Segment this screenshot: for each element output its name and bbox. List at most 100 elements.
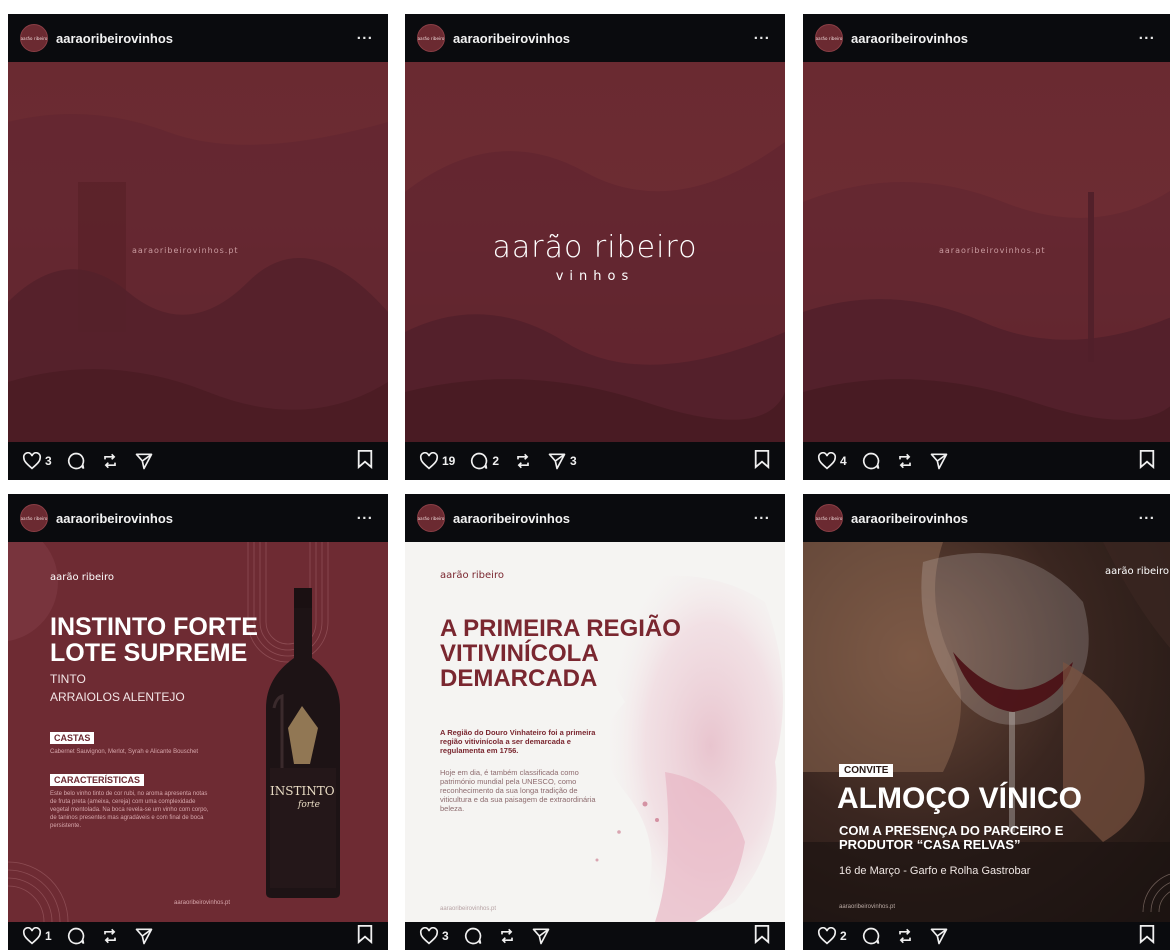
post-image[interactable]: aarão ribeiro A PRIMEIRA REGIÃO VITIVINÍ… (405, 542, 785, 922)
like-button[interactable]: 3 (22, 452, 52, 470)
post-header: aarão ribeiro aaraoribeirovinhos ··· (8, 494, 388, 542)
comment-count: 2 (492, 454, 500, 468)
post-image[interactable]: aaraoribeirovinhos.pt (8, 62, 388, 442)
post-image[interactable]: aarão ribeiro vinhos (405, 62, 785, 442)
more-options-icon[interactable]: ··· (751, 30, 773, 47)
wine-title: INSTINTO FORTE LOTE SUPREME (50, 613, 258, 667)
more-options-icon[interactable]: ··· (354, 30, 376, 47)
bookmark-button[interactable] (753, 449, 771, 474)
wine-type: TINTO (50, 672, 86, 686)
repost-icon (898, 453, 911, 469)
brand-logo: aarão ribeiro vinhos (405, 230, 785, 284)
avatar[interactable]: aarão ribeiro (815, 504, 843, 532)
heart-icon (817, 927, 837, 945)
post-image[interactable]: aarão ribeiro CONVITE ALMOÇO VÍNICO COM … (803, 542, 1170, 922)
post-image[interactable]: aarão ribeiro INSTINTO FORTE LOTE SUPREM… (8, 542, 388, 922)
like-count: 3 (442, 929, 449, 943)
bookmark-button[interactable] (1138, 924, 1156, 949)
comment-icon (67, 927, 85, 945)
more-options-icon[interactable]: ··· (1136, 30, 1158, 47)
brand-logo: aarão ribeiro (1105, 566, 1169, 577)
repost-button[interactable] (513, 451, 533, 471)
username[interactable]: aaraoribeirovinhos (56, 31, 354, 46)
brand-name: aarão ribeiro (492, 230, 698, 265)
repost-button[interactable] (100, 926, 120, 946)
post-header: aarão ribeiro aaraoribeirovinhos ··· (405, 494, 785, 542)
comment-icon (862, 452, 880, 470)
bookmark-button[interactable] (753, 924, 771, 949)
repost-button[interactable] (895, 451, 915, 471)
site-url: aaraoribeirovinhos.pt (440, 906, 497, 912)
headline: A PRIMEIRA REGIÃO VITIVINÍCOLA DEMARCADA (440, 615, 681, 692)
more-options-icon[interactable]: ··· (354, 510, 376, 527)
avatar[interactable]: aarão ribeiro (815, 24, 843, 52)
comment-button[interactable] (861, 451, 881, 471)
avatar[interactable]: aarão ribeiro (417, 504, 445, 532)
send-icon (930, 928, 948, 945)
bookmark-button[interactable] (1138, 449, 1156, 474)
post-actions: 4 (803, 442, 1170, 480)
username[interactable]: aaraoribeirovinhos (851, 31, 1136, 46)
repost-button[interactable] (895, 926, 915, 946)
comment-button[interactable]: 2 (469, 451, 499, 471)
convite-tag: CONVITE (839, 764, 894, 777)
comment-button[interactable] (463, 926, 483, 946)
like-button[interactable]: 19 (419, 452, 455, 470)
share-button[interactable] (134, 451, 154, 471)
post-6: aarão ribeiro aaraoribeirovinhos ··· aar… (803, 494, 1170, 950)
like-button[interactable]: 4 (817, 452, 847, 470)
avatar[interactable]: aarão ribeiro (417, 24, 445, 52)
repost-icon (517, 453, 529, 469)
share-button[interactable] (531, 926, 551, 946)
more-options-icon[interactable]: ··· (1136, 510, 1158, 527)
comment-button[interactable] (66, 451, 86, 471)
username[interactable]: aaraoribeirovinhos (453, 511, 751, 526)
post-header: aarão ribeiro aaraoribeirovinhos ··· (803, 494, 1170, 542)
comment-icon (67, 452, 85, 470)
share-button[interactable] (929, 926, 949, 946)
heart-icon (817, 452, 837, 470)
brand-logo: aarão ribeiro (50, 572, 114, 583)
post-actions: 3 (8, 442, 388, 480)
event-title: ALMOÇO VÍNICO (837, 782, 1082, 815)
bookmark-button[interactable] (356, 924, 374, 949)
like-button[interactable]: 1 (22, 927, 52, 945)
comment-icon (471, 452, 488, 470)
watermark-url: aaraoribeirovinhos.pt (939, 246, 1046, 255)
share-button[interactable] (929, 451, 949, 471)
comment-icon (464, 927, 482, 945)
username[interactable]: aaraoribeirovinhos (851, 511, 1136, 526)
username[interactable]: aaraoribeirovinhos (453, 31, 751, 46)
send-icon (135, 928, 153, 945)
repost-icon (103, 453, 116, 469)
heart-icon (22, 452, 42, 470)
bookmark-icon (357, 924, 373, 944)
event-date: 16 de Março - Garfo e Rolha Gastrobar (839, 865, 1031, 877)
avatar[interactable]: aarão ribeiro (20, 504, 48, 532)
bookmark-icon (754, 449, 770, 469)
bookmark-button[interactable] (356, 449, 374, 474)
repost-button[interactable] (497, 926, 517, 946)
post-5: aarão ribeiro aaraoribeirovinhos ··· aar… (405, 494, 785, 950)
heart-icon (22, 927, 42, 945)
username[interactable]: aaraoribeirovinhos (56, 511, 354, 526)
repost-icon (898, 928, 911, 944)
post-actions: 19 2 3 (405, 442, 785, 480)
post-image[interactable]: aaraoribeirovinhos.pt (803, 62, 1170, 442)
comment-button[interactable] (66, 926, 86, 946)
body-paragraph: Hoje em dia, é também classificada como … (440, 768, 596, 813)
avatar[interactable]: aarão ribeiro (20, 24, 48, 52)
bookmark-icon (1139, 924, 1155, 944)
send-icon (135, 453, 153, 470)
wine-region: ARRAIOLOS ALENTEJO (50, 690, 185, 704)
like-button[interactable]: 3 (419, 927, 449, 945)
share-button[interactable]: 3 (547, 451, 577, 471)
more-options-icon[interactable]: ··· (751, 510, 773, 527)
comment-button[interactable] (861, 926, 881, 946)
repost-button[interactable] (100, 451, 120, 471)
like-count: 19 (442, 454, 456, 468)
like-button[interactable]: 2 (817, 927, 847, 945)
share-button[interactable] (134, 926, 154, 946)
wine-bottle: INSTINTO forte (258, 588, 348, 903)
event-subtitle: COM A PRESENÇA DO PARCEIRO E PRODUTOR “C… (839, 823, 1064, 852)
